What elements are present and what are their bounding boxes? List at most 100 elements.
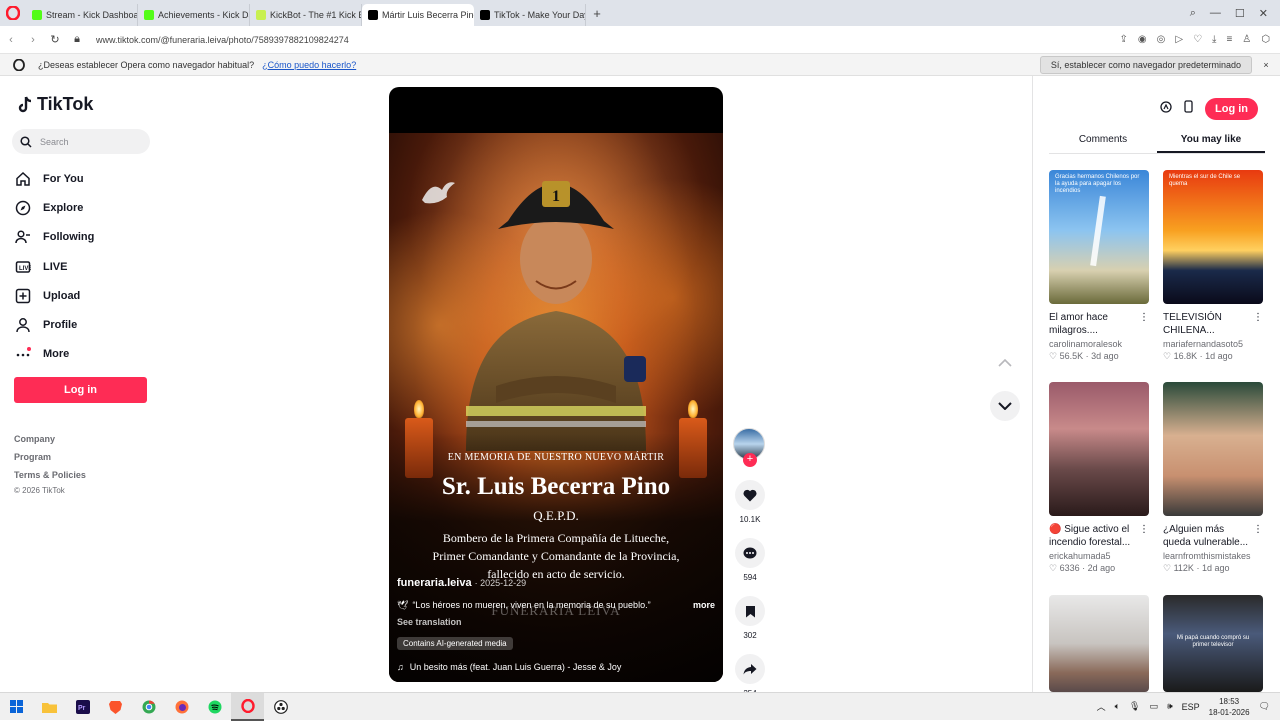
footer-link-terms[interactable]: Terms & Policies [14,466,86,484]
suggested-video-card[interactable]: 🔴 Sigue activo el incendio forestal...⋮ … [1049,382,1149,574]
browser-tab[interactable]: KickBot - The #1 Kick Bot [250,4,362,26]
video-thumbnail[interactable]: Mi papá cuando compró su primer televiso… [1163,595,1263,692]
like-action[interactable]: 10.1K [733,480,767,524]
svg-text:Pr: Pr [78,705,86,712]
next-post-chevron-down-icon[interactable] [990,391,1020,421]
sidebar-item-following[interactable]: Following [14,223,94,252]
photo-post[interactable]: 1 EN MEMORIA DE NUESTRO NUEVO MÁRTIR Sr.… [389,87,723,682]
network-icon[interactable]: ▭ [1149,701,1158,712]
firefox-icon[interactable] [165,693,198,721]
chrome-icon[interactable] [132,693,165,721]
lock-icon[interactable]: 🔒︎ [66,33,88,46]
comment-bubble-icon[interactable] [735,538,765,568]
card-user[interactable]: mariafernandasoto5 [1163,339,1263,349]
menu-icon[interactable]: ≡ [1226,34,1232,45]
coin-icon[interactable] [1160,100,1172,118]
browser-tab-active[interactable]: Mártir Luis Becerra Pino | ✕ [362,4,474,26]
suggested-video-card[interactable]: Gracias hermanos Chilenos por la ayuda p… [1049,170,1149,362]
card-more-icon[interactable]: ⋮ [1139,311,1149,324]
video-thumbnail[interactable] [1049,595,1149,692]
card-user[interactable]: erickahumada5 [1049,551,1149,561]
back-icon[interactable]: ‹ [0,34,22,46]
speaker-icon[interactable]: 🔈︎ [1115,701,1120,712]
like-heart-icon[interactable] [735,480,765,510]
suggested-video-card[interactable] [1049,595,1149,692]
follow-plus-icon[interactable]: + [743,453,757,467]
music-line[interactable]: ♫ Un besito más (feat. Juan Luis Guerra)… [397,662,621,672]
video-thumbnail[interactable]: Mientras el sur de Chile se quema [1163,170,1263,304]
tab-comments[interactable]: Comments [1049,134,1157,153]
infobar-help-link[interactable]: ¿Cómo puedo hacerlo? [262,60,356,70]
browser-tab[interactable]: Stream - Kick Dashboard [26,4,138,26]
download-icon[interactable]: ⤓ [1212,34,1216,45]
comment-action[interactable]: 594 [733,538,767,582]
windows-start-icon[interactable] [0,693,33,721]
brave-browser-icon[interactable] [99,693,132,721]
author-avatar[interactable]: + [733,428,765,460]
tab-you-may-like[interactable]: You may like [1157,134,1265,153]
sidebar-item-more[interactable]: More [14,340,94,369]
play-icon[interactable]: ▷ [1175,34,1183,45]
post-author[interactable]: funeraria.leiva [397,577,472,589]
tray-clock[interactable]: 18:53 18-01-2026 [1209,696,1250,718]
sidebar-item-live[interactable]: LIVE LIVE [14,252,94,281]
microphone-icon[interactable]: 🎙︎ [1129,701,1140,712]
url-field[interactable]: www.tiktok.com/@funeraria.leiva/photo/75… [96,35,349,45]
suggested-video-card[interactable]: ¿Alguien más queda vulnerable...⋮ learnf… [1163,382,1263,574]
video-thumbnail[interactable] [1049,382,1149,516]
volume-icon[interactable]: 🕪︎ [1167,701,1173,712]
reload-icon[interactable]: ↻ [44,33,66,46]
card-user[interactable]: learnfromthismistakes [1163,551,1263,561]
share-icon[interactable]: ⇪ [1120,34,1128,45]
sidebar-item-explore[interactable]: Explore [14,193,94,222]
search-tabs-icon[interactable]: ⌕ [1190,7,1196,20]
suggested-video-card[interactable]: Mientras el sur de Chile se quema TELEVI… [1163,170,1263,362]
obs-icon[interactable] [264,693,297,721]
account-icon[interactable]: ♙ [1242,34,1251,45]
tray-chevron-up-icon[interactable]: ︿ [1097,700,1106,713]
video-thumbnail[interactable]: Gracias hermanos Chilenos por la ayuda p… [1049,170,1149,304]
infobar-close-icon[interactable]: × [1252,60,1280,70]
forward-icon[interactable]: › [22,34,44,46]
card-more-icon[interactable]: ⋮ [1253,311,1263,324]
heart-icon[interactable]: ♡ [1193,34,1202,45]
footer-link-company[interactable]: Company [14,430,86,448]
vpn-icon[interactable]: ◎ [1157,34,1166,45]
video-thumbnail[interactable] [1163,382,1263,516]
save-action[interactable]: 302 [733,596,767,640]
minimize-icon[interactable]: — [1210,7,1221,20]
premiere-pro-icon[interactable]: Pr [66,693,99,721]
notifications-icon[interactable]: 🗨︎ [1259,701,1270,712]
browser-tab[interactable]: TikTok - Make Your Day [474,4,586,26]
opera-logo-icon[interactable] [0,0,26,26]
sidebar-item-for-you[interactable]: For You [14,164,94,193]
extensions-icon[interactable]: ⬡ [1261,34,1270,45]
share-arrow-icon[interactable] [735,654,765,684]
sidebar-item-upload[interactable]: Upload [14,281,94,310]
sidebar-login-button[interactable]: Log in [14,377,147,403]
file-explorer-icon[interactable] [33,693,66,721]
suggested-video-card[interactable]: Mi papá cuando compró su primer televiso… [1163,595,1263,692]
card-more-icon[interactable]: ⋮ [1253,523,1263,536]
spotify-icon[interactable] [198,693,231,721]
footer-link-program[interactable]: Program [14,448,86,466]
new-tab-button[interactable]: + [586,6,608,21]
see-translation-link[interactable]: See translation [397,617,462,627]
card-user[interactable]: carolinamoralesok [1049,339,1149,349]
card-more-icon[interactable]: ⋮ [1139,523,1149,536]
previous-post-chevron-up-icon[interactable] [990,348,1020,378]
set-default-browser-button[interactable]: Sí, establecer como navegador predetermi… [1040,56,1252,74]
bookmark-icon[interactable] [735,596,765,626]
camera-icon[interactable]: ◉ [1138,34,1147,45]
browser-tab[interactable]: Achievements - Kick Dash [138,4,250,26]
close-window-icon[interactable]: ✕ [1259,7,1268,20]
mobile-app-icon[interactable] [1184,100,1193,118]
opera-taskbar-icon[interactable] [231,693,264,721]
sidebar-item-profile[interactable]: Profile [14,310,94,339]
tiktok-logo[interactable]: TikTok [17,94,93,115]
search-input[interactable]: Search [12,129,150,154]
header-login-button[interactable]: Log in [1205,98,1258,120]
caption-more-link[interactable]: more [693,600,715,611]
tray-language[interactable]: ESP [1182,702,1200,712]
maximize-icon[interactable]: ☐ [1235,7,1245,20]
